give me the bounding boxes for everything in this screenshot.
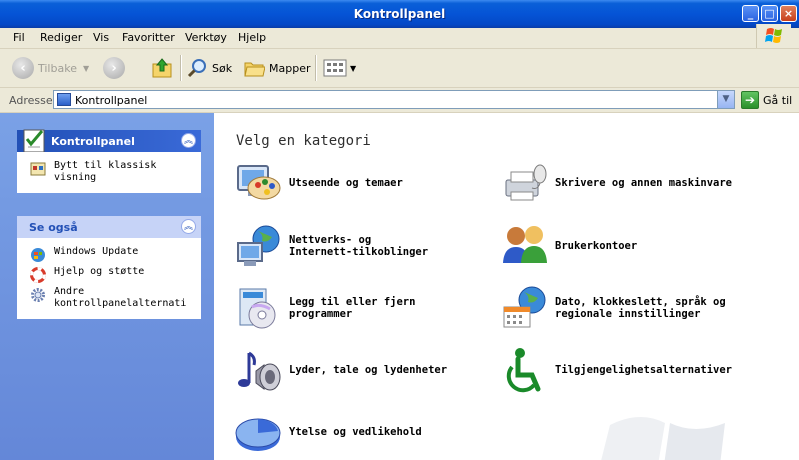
toolbar: ‹ Tilbake ▼ › Søk Mapper ▼ <box>0 49 799 88</box>
window-title: Kontrollpanel <box>353 7 446 21</box>
views-button[interactable]: ▼ <box>323 49 356 87</box>
category-add-remove-programs[interactable]: Legg til eller fjern programmer <box>234 283 494 335</box>
classic-view-icon <box>30 162 46 176</box>
help-support-link[interactable]: Hjelp og støtte <box>18 266 200 284</box>
menu-file[interactable]: Fil <box>13 31 25 44</box>
address-input[interactable]: Kontrollpanel ▼ <box>53 90 735 109</box>
see-also-box: Se også ︽ Windows Update Hjelp og støtte <box>17 216 201 319</box>
collapse-chevron-icon[interactable]: ︽ <box>181 219 196 234</box>
category-network-internet[interactable]: Nettverks- og Internett-tilkoblinger <box>234 221 494 273</box>
control-panel-icon <box>57 93 71 106</box>
appearance-icon <box>237 165 281 200</box>
search-icon <box>187 59 206 78</box>
back-button[interactable]: ‹ Tilbake ▼ <box>12 49 89 87</box>
search-button[interactable]: Søk <box>186 49 232 87</box>
accessibility-icon <box>506 348 541 393</box>
lifebuoy-icon <box>30 267 46 283</box>
printer-icon <box>505 164 547 201</box>
forward-button[interactable]: › <box>103 49 125 87</box>
back-arrow-icon: ‹ <box>12 57 34 79</box>
menu-favorites[interactable]: Favoritter <box>122 31 175 44</box>
menu-edit[interactable]: Rediger <box>40 31 82 44</box>
category-printers-hardware[interactable]: Skrivere og annen maskinvare <box>500 158 760 210</box>
menu-help[interactable]: Hjelp <box>238 31 266 44</box>
sounds-icon <box>238 351 281 391</box>
collapse-chevron-icon[interactable]: ︽ <box>181 133 196 148</box>
address-dropdown-icon[interactable]: ▼ <box>717 91 734 108</box>
forward-arrow-icon: › <box>103 57 125 79</box>
go-arrow-icon: ➔ <box>741 91 759 109</box>
category-accessibility[interactable]: Tilgjengelighetsalternativer <box>500 345 760 397</box>
minimize-button[interactable]: _ <box>742 5 759 22</box>
address-bar: Adresse Kontrollpanel ▼ ➔ Gå til <box>0 88 799 113</box>
address-label: Adresse <box>9 94 53 107</box>
control-panel-box: Kontrollpanel ︽ Bytt til klassisk visnin… <box>17 129 201 193</box>
category-sounds-speech[interactable]: Lyder, tale og lydenheter <box>234 345 494 397</box>
date-time-icon <box>503 286 546 328</box>
windows-update-link[interactable]: Windows Update <box>18 246 200 264</box>
menu-view[interactable]: Vis <box>93 31 109 44</box>
maximize-button[interactable]: □ <box>761 5 778 22</box>
add-remove-programs-icon <box>239 288 276 329</box>
page-title: Velg en kategori <box>236 133 371 149</box>
other-control-panel-options-link[interactable]: Andre kontrollpanelalternati <box>18 286 200 310</box>
control-panel-box-header[interactable]: Kontrollpanel ︽ <box>17 129 201 153</box>
close-button[interactable]: × <box>780 5 797 22</box>
see-also-box-header[interactable]: Se også ︽ <box>17 216 201 238</box>
control-panel-checklist-icon <box>23 129 45 153</box>
folders-button[interactable]: Mapper <box>243 49 311 87</box>
switch-classic-view-link[interactable]: Bytt til klassisk visning <box>18 160 200 184</box>
menu-bar: Fil Rediger Vis Favoritter Verktøy Hjelp <box>0 28 799 49</box>
users-icon <box>503 226 547 263</box>
address-value: Kontrollpanel <box>75 94 148 107</box>
category-appearance[interactable]: Utseende og temaer <box>234 158 494 210</box>
category-date-time-language[interactable]: Dato, klokkeslett, språk og regionale inn… <box>500 283 760 335</box>
task-pane: Kontrollpanel ︽ Bytt til klassisk visnin… <box>0 113 214 460</box>
windows-logo-icon <box>756 24 791 48</box>
windows-flag-watermark-icon <box>601 417 725 460</box>
network-icon <box>237 225 280 266</box>
category-user-accounts[interactable]: Brukerkontoer <box>500 221 760 273</box>
performance-icon <box>235 418 281 451</box>
menu-tools[interactable]: Verktøy <box>185 31 227 44</box>
go-button[interactable]: ➔ Gå til <box>741 90 792 110</box>
gear-icon <box>31 288 45 302</box>
views-icon <box>323 59 347 77</box>
folders-icon <box>244 62 265 77</box>
up-folder-icon <box>152 58 172 78</box>
category-performance-maintenance[interactable]: Ytelse og vedlikehold <box>234 407 494 459</box>
up-button[interactable] <box>150 49 174 87</box>
windows-update-icon <box>31 248 45 262</box>
title-bar: Kontrollpanel _ □ × <box>0 0 799 28</box>
category-view: Velg en kategori Utseende og temaer Skri… <box>214 113 799 460</box>
